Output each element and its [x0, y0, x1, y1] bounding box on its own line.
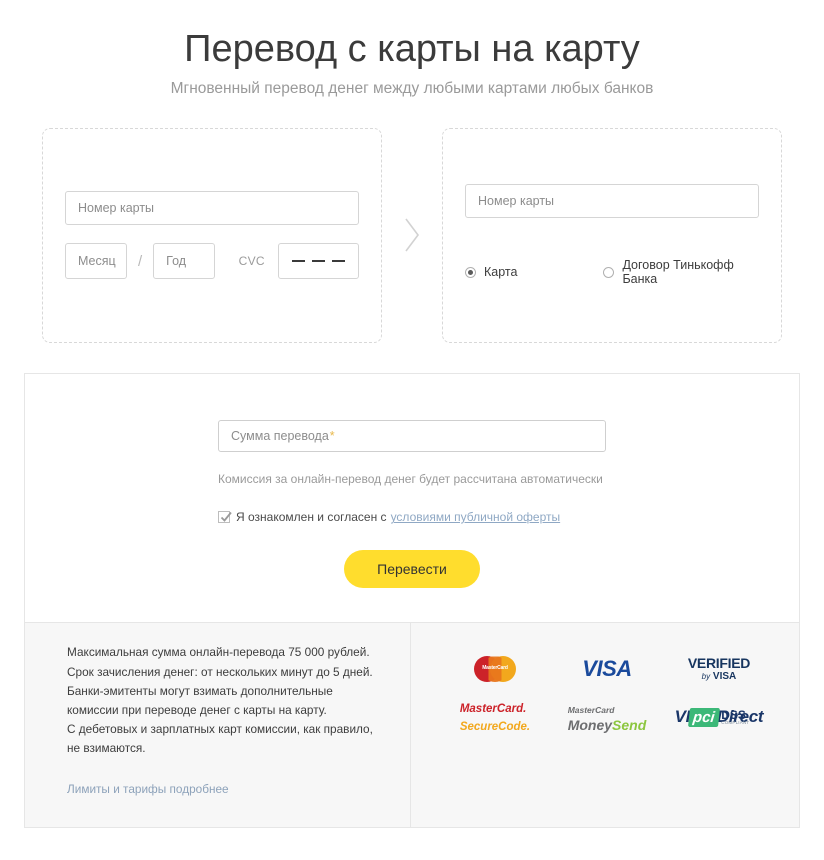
source-card-number-input[interactable]: Номер карты — [65, 191, 359, 226]
radio-option-dogovor[interactable]: Договор Тинькофф Банка — [603, 258, 759, 286]
dss-text: DSS COMPLIANT — [721, 709, 749, 726]
pci-badge: pci — [687, 707, 720, 727]
amount-placeholder-text: Сумма перевода — [231, 428, 329, 443]
agreement-row[interactable]: Я ознакомлен и согласен с условиями публ… — [218, 510, 606, 524]
radio-button-icon[interactable] — [603, 266, 615, 278]
visa-wordmark: VISA — [582, 656, 632, 682]
payment-logo-grid: MasterCard VISA VERIFIED by VISA MasterC… — [439, 645, 775, 741]
transfer-direction-arrow — [382, 128, 442, 343]
logo-mastercard: MasterCard — [439, 645, 551, 693]
verified-by-word: by — [701, 672, 711, 682]
transfer-page: Перевод с карты на карту Мгновенный пере… — [0, 0, 824, 860]
logo-mastercard-moneysend: MasterCard MoneySend — [551, 693, 663, 741]
expiry-separator: / — [138, 252, 143, 270]
cvc-dash-icon — [311, 260, 325, 263]
moneysend-line1: MasterCard — [567, 704, 615, 715]
mastercard-wordmark: MasterCard — [482, 665, 508, 672]
verified-visa-word: VISA — [712, 671, 737, 683]
commission-note: Комиссия за онлайн-перевод денег будет р… — [218, 471, 603, 486]
pci-dss-icon: pci DSS COMPLIANT — [687, 707, 750, 727]
card-selection-row: Номер карты Месяц / Год CVC Номер карты — [0, 127, 824, 343]
radio-button-icon[interactable] — [465, 266, 476, 278]
target-card-box: Номер карты Карта Договор Тинькофф Банка — [442, 127, 782, 343]
cvc-label: CVC — [238, 254, 265, 269]
submit-transfer-button[interactable]: Перевести — [344, 550, 480, 589]
page-header: Перевод с карты на карту Мгновенный пере… — [0, 0, 824, 98]
transfer-panel: Сумма перевода * Комиссия за онлайн-перев… — [24, 372, 800, 829]
dss-compliant-label: COMPLIANT — [721, 720, 750, 726]
logo-verified-by-visa: VERIFIED by VISA — [663, 645, 775, 693]
payment-logos: MasterCard VISA VERIFIED by VISA MasterC… — [411, 623, 799, 827]
moneysend-line2: MoneySend — [568, 717, 647, 733]
moneysend-money-word: Money — [567, 717, 613, 734]
securecode-line1: MasterCard. — [459, 703, 527, 716]
moneysend-send-word: Send — [612, 717, 647, 734]
radio-option-karta[interactable]: Карта — [465, 265, 603, 279]
transfer-form: Сумма перевода * Комиссия за онлайн-перев… — [25, 374, 799, 623]
target-type-radio-group: Карта Договор Тинькофф Банка — [465, 258, 759, 286]
limits-and-tariffs-link[interactable]: Лимиты и тарифы подробнее — [67, 782, 229, 796]
verified-line1: VERIFIED — [687, 655, 751, 672]
verified-by-visa-icon: VERIFIED by VISA — [688, 656, 750, 682]
source-card-box: Номер карты Месяц / Год CVC — [42, 127, 382, 343]
logo-visa: VISA — [551, 645, 663, 693]
securecode-icon: MasterCard. SecureCode. — [460, 699, 530, 736]
source-card-expiry-row: Месяц / Год CVC — [65, 243, 359, 280]
page-title: Перевод с карты на карту — [184, 28, 640, 70]
cvc-dash-icon — [332, 260, 346, 263]
required-marker: * — [329, 428, 335, 443]
source-card-month-input[interactable]: Месяц — [65, 243, 127, 280]
verified-line2: by VISA — [688, 672, 750, 682]
chevron-right-icon — [405, 218, 419, 252]
mastercard-icon: MasterCard — [473, 656, 516, 683]
check-icon — [220, 512, 232, 523]
target-card-number-input[interactable]: Номер карты — [465, 184, 759, 219]
public-offer-link[interactable]: условиями публичной оферты — [391, 510, 561, 524]
page-subtitle: Мгновенный перевод денег между любыми ка… — [170, 79, 654, 97]
radio-option-label: Карта — [484, 265, 518, 280]
moneysend-icon: MasterCard MoneySend — [568, 700, 647, 735]
securecode-line2: SecureCode. — [459, 721, 531, 734]
footer-info: Максимальная сумма онлайн-перевода 75 00… — [25, 623, 411, 828]
agreement-checkbox[interactable] — [218, 511, 232, 524]
radio-option-label: Договор Тинькофф Банка — [622, 258, 734, 287]
source-card-year-input[interactable]: Год — [153, 243, 215, 280]
panel-footer: Максимальная сумма онлайн-перевода 75 00… — [25, 622, 799, 828]
logo-mastercard-securecode: MasterCard. SecureCode. — [439, 693, 551, 741]
footer-info-text: Максимальная сумма онлайн-перевода 75 00… — [67, 645, 373, 756]
source-card-cvc-input[interactable] — [277, 243, 359, 280]
cvc-dash-icon — [291, 260, 305, 263]
amount-input[interactable]: Сумма перевода * — [218, 419, 606, 452]
agreement-text: Я ознакомлен и согласен с — [236, 510, 387, 525]
logo-pci-dss: pci DSS COMPLIANT — [663, 693, 775, 741]
